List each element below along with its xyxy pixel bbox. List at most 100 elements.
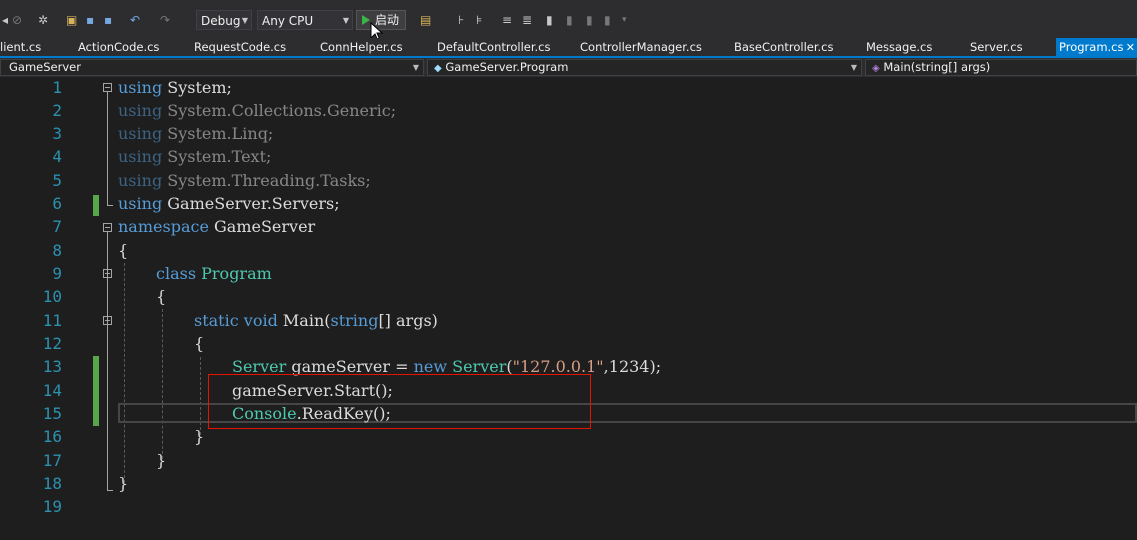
new-project-icon[interactable]: ✲ [38,11,48,29]
line-number: 12 [42,334,62,353]
line-number: 7 [52,217,62,236]
line-number: 17 [42,451,62,470]
tab-requestcode[interactable]: RequestCode.cs [194,38,286,57]
keyword: using [118,147,163,166]
tab-label: RequestCode.cs [194,40,287,54]
code-line-10: { [156,287,166,306]
code-text: { [194,334,205,353]
tab-actioncode[interactable]: ActionCode.cs [78,38,159,57]
indent-guide [162,309,163,459]
code-text: System; [162,78,232,97]
chevron-down-icon: ▼ [241,16,248,25]
member-dropdown[interactable]: ◈ Main(string[] args) [865,59,1137,76]
highlight-annotation-box [208,374,591,429]
code-line-17: } [156,451,166,470]
line-number: 10 [42,287,62,306]
project-value: GameServer [9,60,81,74]
code-line-7: namespace GameServer [118,217,315,236]
indent-guide [124,263,125,483]
code-line-5: using System.Threading.Tasks; [118,171,371,190]
tab-defaultcontroller[interactable]: DefaultController.cs [437,38,551,57]
prev-bookmark-icon[interactable]: ▮ [566,11,573,29]
code-text: [] args) [378,311,438,330]
line-number: 6 [52,194,62,213]
indent-guide [200,357,201,435]
redo-icon[interactable]: ↷ [160,11,170,29]
configuration-select[interactable]: Debug ▼ [196,10,252,30]
line-number: 8 [52,241,62,260]
keyword: using [118,78,163,97]
type-name: Program [201,264,272,283]
keyword: using [118,171,163,190]
toolbar-overflow-icon[interactable]: ▾ [622,11,627,29]
type-dropdown[interactable]: ◆ GameServer.Program ▼ [427,59,862,76]
next-bookmark-icon[interactable]: ▮ [586,11,593,29]
code-text: } [118,474,129,493]
code-editor[interactable]: 1 2 3 4 5 6 7 8 9 10 11 12 13 14 15 16 1… [0,77,1137,540]
code-text: System.Threading.Tasks; [162,171,371,190]
code-text: GameServer [208,217,316,236]
close-icon[interactable]: ✕ [1126,38,1135,57]
tab-connhelper[interactable]: ConnHelper.cs [320,38,403,57]
tab-label: lient.cs [0,40,42,54]
code-line-3: using System.Linq; [118,124,273,143]
platform-select[interactable]: Any CPU ▼ [257,10,353,30]
back-icon[interactable]: ◂ [2,11,8,29]
keyword: namespace [118,217,209,236]
open-file-icon[interactable]: ▣ [66,11,77,29]
save-all-icon[interactable]: ▪ [104,11,112,29]
tab-label: ControllerManager.cs [580,40,702,54]
comment-icon[interactable]: ≡ [502,11,512,29]
code-text: Main( [277,311,331,330]
step-over-icon[interactable]: ⊧ [476,11,482,29]
tab-label: Server.cs [970,40,1023,54]
code-line-18: } [118,474,128,493]
code-text: } [156,451,167,470]
document-tabs: lient.cs ActionCode.cs RequestCode.cs Co… [0,38,1137,57]
tab-program[interactable]: Program.cs ✕ [1056,38,1137,57]
keyword: class [156,264,197,283]
line-number: 9 [52,264,62,283]
code-text: System.Text; [162,147,272,166]
change-indicator [93,195,99,216]
collapse-toggle[interactable] [103,223,112,232]
method-icon: ◈ [872,63,880,74]
tab-controllermanager[interactable]: ControllerManager.cs [580,38,702,57]
code-text: { [156,287,167,306]
code-line-16: } [194,427,204,446]
uncomment-icon[interactable]: ≣ [522,11,532,29]
code-line-11: static void Main(string[] args) [194,311,438,330]
line-number: 14 [42,381,62,400]
tab-label: BaseController.cs [734,40,834,54]
tab-message[interactable]: Message.cs [866,38,932,57]
fold-line [107,232,108,490]
fold-line [107,205,113,206]
keyword: using [118,101,163,120]
chevron-down-icon: ▼ [342,16,349,25]
project-dropdown[interactable]: GameServer ▼ [0,59,424,76]
line-number: 4 [52,147,62,166]
code-line-9: class Program [156,264,272,283]
browser-link-icon[interactable]: ▤ [420,11,431,29]
code-text: GameServer.Servers; [162,194,340,213]
line-number: 15 [42,404,62,423]
save-icon[interactable]: ▪ [86,11,94,29]
code-line-1: using System; [118,78,232,97]
line-number: 16 [42,427,62,446]
clear-bookmark-icon[interactable]: ▮ [604,11,611,29]
undo-icon[interactable]: ↶ [130,11,140,29]
navigation-bar: GameServer ▼ ◆ GameServer.Program ▼ ◈ Ma… [0,58,1137,77]
code-text: System.Linq; [162,124,274,143]
step-icon[interactable]: ⊦ [458,11,464,29]
tab-basecontroller[interactable]: BaseController.cs [734,38,834,57]
collapse-toggle[interactable] [103,83,112,92]
tab-client[interactable]: lient.cs [0,38,41,57]
tab-server[interactable]: Server.cs [970,38,1023,57]
line-number: 1 [52,78,62,97]
toolbar: ◂ ⊘ ✲ ▣ ▪ ▪ ↶ ↷ Debug ▼ Any CPU ▼ 启动 ▤ ⊦… [0,0,1137,42]
bookmark-icon[interactable]: ▮ [546,11,553,29]
code-line-6: using GameServer.Servers; [118,194,340,213]
line-number: 3 [52,124,62,143]
forward-icon[interactable]: ⊘ [12,11,22,29]
code-line-4: using System.Text; [118,147,271,166]
